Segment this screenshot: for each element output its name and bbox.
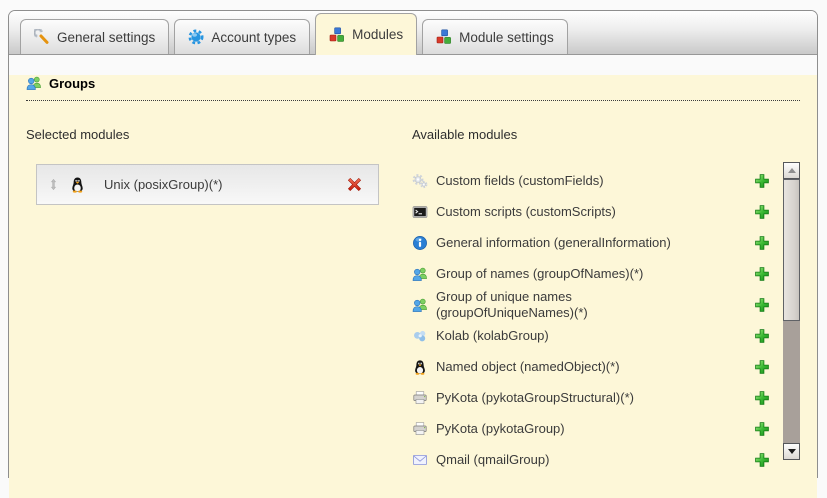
wrench-icon <box>34 29 50 45</box>
selected-module-label: Unix (posixGroup)(*) <box>104 177 222 192</box>
drag-handle-icon[interactable] <box>47 178 60 191</box>
kolab-icon <box>412 328 428 344</box>
scroll-down-button[interactable] <box>783 443 800 460</box>
list-item: Custom fields (customFields) <box>412 165 770 196</box>
tux-icon <box>412 359 428 375</box>
modules-icon <box>329 27 345 43</box>
modules-icon <box>436 29 452 45</box>
scrollbar-thumb[interactable] <box>783 179 800 321</box>
tab-account-types[interactable]: Account types <box>174 19 310 54</box>
module-label: Kolab (kolabGroup) <box>436 328 698 344</box>
selected-modules-heading: Selected modules <box>26 127 380 143</box>
arrow-up-icon <box>788 168 796 173</box>
tab-module-settings[interactable]: Module settings <box>422 19 568 54</box>
module-label: Group of unique names (groupOfUniqueName… <box>436 289 698 321</box>
add-module-button[interactable] <box>754 297 770 313</box>
groups-section-heading: Groups <box>26 75 800 101</box>
add-module-button[interactable] <box>754 328 770 344</box>
add-module-button[interactable] <box>754 266 770 282</box>
available-modules-scrollbar[interactable] <box>783 162 800 460</box>
scroll-up-button[interactable] <box>783 162 800 179</box>
list-item: General information (generalInformation) <box>412 227 770 258</box>
list-item: Kolab (kolabGroup) <box>412 321 770 352</box>
module-label: Qmail (qmailGroup) <box>436 452 698 468</box>
config-window: General settings Account types Modules M… <box>8 10 818 478</box>
list-item: Qmail (qmailGroup) <box>412 445 770 476</box>
add-module-button[interactable] <box>754 173 770 189</box>
list-item: Group of names (groupOfNames)(*) <box>412 258 770 289</box>
modules-tab-panel: Groups Selected modules Unix (posixGroup… <box>9 75 817 498</box>
list-item: PyKota (pykotaGroup) <box>412 414 770 445</box>
add-module-button[interactable] <box>754 359 770 375</box>
info-icon <box>412 235 428 251</box>
add-module-button[interactable] <box>754 421 770 437</box>
module-label: Custom scripts (customScripts) <box>436 204 698 220</box>
selected-module-row[interactable]: Unix (posixGroup)(*) <box>36 164 379 205</box>
gears-icon <box>412 173 428 189</box>
people-icon <box>412 297 428 313</box>
list-item: Named object (namedObject)(*) <box>412 352 770 383</box>
printer-icon <box>412 390 428 406</box>
module-label: Custom fields (customFields) <box>436 173 698 189</box>
remove-module-button[interactable] <box>346 176 363 193</box>
list-item: PyKota (pykotaGroupStructural)(*) <box>412 383 770 414</box>
people-icon <box>412 266 428 282</box>
modules-columns: Selected modules Unix (posixGroup)(*) Av… <box>26 127 800 476</box>
tab-label: General settings <box>57 30 155 45</box>
module-label: Named object (namedObject)(*) <box>436 359 698 375</box>
tab-label: Modules <box>352 27 403 42</box>
section-title: Groups <box>49 76 95 91</box>
envelope-icon <box>412 452 428 468</box>
gear-icon <box>188 29 204 45</box>
module-label: General information (generalInformation) <box>436 235 698 251</box>
available-modules-list: Custom fields (customFields) Custom scri… <box>412 165 800 476</box>
add-module-button[interactable] <box>754 204 770 220</box>
arrow-down-icon <box>788 449 796 454</box>
printer-icon <box>412 421 428 437</box>
module-label: Group of names (groupOfNames)(*) <box>436 266 698 282</box>
list-item: Custom scripts (customScripts) <box>412 196 770 227</box>
add-module-button[interactable] <box>754 235 770 251</box>
tab-label: Account types <box>211 30 296 45</box>
available-modules-column: Available modules Custom fields (customF… <box>412 127 800 476</box>
tab-label: Module settings <box>459 30 554 45</box>
available-modules-heading: Available modules <box>412 127 800 143</box>
terminal-icon <box>412 204 428 220</box>
add-module-button[interactable] <box>754 390 770 406</box>
add-module-button[interactable] <box>754 452 770 468</box>
selected-modules-column: Selected modules Unix (posixGroup)(*) <box>26 127 380 476</box>
module-label: PyKota (pykotaGroupStructural)(*) <box>436 390 698 406</box>
tab-bar: General settings Account types Modules M… <box>9 11 817 55</box>
module-label: PyKota (pykotaGroup) <box>436 421 698 437</box>
tab-general-settings[interactable]: General settings <box>20 19 169 54</box>
tab-modules[interactable]: Modules <box>315 13 417 55</box>
tux-icon <box>69 176 86 193</box>
list-item: Group of unique names (groupOfUniqueName… <box>412 289 770 321</box>
groups-icon <box>26 75 42 91</box>
